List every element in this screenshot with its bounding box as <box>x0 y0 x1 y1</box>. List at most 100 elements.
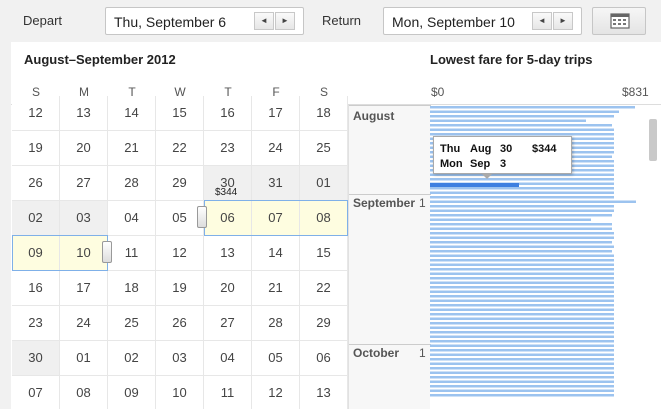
calendar-day-cell[interactable]: 04 <box>108 201 156 236</box>
calendar-day-cell[interactable]: 07 <box>12 376 60 409</box>
calendar-day-cell[interactable]: 06 <box>300 341 348 376</box>
calendar-day-cell[interactable]: 23 <box>204 131 252 166</box>
calendar-day-cell[interactable]: 28 <box>252 306 300 341</box>
fare-bar[interactable] <box>430 124 612 127</box>
return-drag-handle[interactable] <box>102 241 112 263</box>
fare-bar[interactable] <box>430 367 614 370</box>
chart-scrollbar-thumb[interactable] <box>649 119 657 161</box>
fare-bar[interactable] <box>430 128 614 132</box>
fare-bar[interactable] <box>430 335 614 339</box>
calendar-day-cell[interactable]: 26 <box>12 166 60 201</box>
fare-bar[interactable] <box>430 340 614 343</box>
calendar-day-cell[interactable]: 08 <box>300 201 348 236</box>
fare-bar[interactable] <box>430 389 614 393</box>
fare-bar[interactable] <box>430 358 614 361</box>
calendar-day-cell[interactable]: 30 <box>12 341 60 376</box>
fare-bar[interactable] <box>430 106 635 109</box>
calendar-day-cell[interactable]: 31 <box>252 166 300 201</box>
selected-fare-bar[interactable] <box>430 183 519 187</box>
calendar-day-cell[interactable]: 28 <box>108 166 156 201</box>
calendar-day-cell[interactable]: 22 <box>300 271 348 306</box>
calendar-day-cell[interactable]: 02 <box>108 341 156 376</box>
fare-bar[interactable] <box>430 214 612 217</box>
depart-next-button[interactable]: ► <box>275 12 295 30</box>
calendar-day-cell[interactable]: 10 <box>60 236 108 271</box>
fare-bar[interactable] <box>430 317 614 321</box>
calendar-day-cell[interactable]: 01 <box>300 166 348 201</box>
fare-bar[interactable] <box>430 268 614 271</box>
calendar-day-cell[interactable]: 12 <box>12 96 60 131</box>
calendar-day-cell[interactable]: 13 <box>60 96 108 131</box>
fare-bar[interactable] <box>430 232 614 235</box>
fare-bar[interactable] <box>430 191 614 195</box>
calendar-day-cell[interactable]: 25 <box>300 131 348 166</box>
calendar-day-cell[interactable]: 09 <box>108 376 156 409</box>
fare-bar[interactable] <box>430 295 614 298</box>
calendar-day-cell[interactable]: 13 <box>300 376 348 409</box>
calendar-toggle-button[interactable] <box>592 7 646 35</box>
fare-bar[interactable] <box>430 326 614 330</box>
calendar-day-cell[interactable]: 26 <box>156 306 204 341</box>
calendar-day-cell[interactable]: 20 <box>60 131 108 166</box>
return-next-button[interactable]: ► <box>553 12 573 30</box>
calendar-day-cell[interactable]: 05 <box>252 341 300 376</box>
fare-bar[interactable] <box>430 277 614 280</box>
fare-bar[interactable] <box>430 236 614 240</box>
fare-bar[interactable] <box>430 380 614 384</box>
calendar-day-cell[interactable]: 08 <box>60 376 108 409</box>
calendar-day-cell[interactable]: 07 <box>252 201 300 236</box>
calendar-day-cell[interactable]: 24 <box>60 306 108 341</box>
calendar-day-cell[interactable]: 12 <box>252 376 300 409</box>
calendar-day-cell[interactable]: 10 <box>156 376 204 409</box>
fare-bar[interactable] <box>430 331 614 334</box>
fare-bar[interactable] <box>430 313 614 316</box>
fare-bar[interactable] <box>430 290 614 294</box>
calendar-day-cell[interactable]: 15 <box>156 96 204 131</box>
return-date-field[interactable]: Mon, September 10 ◄ ► <box>383 7 582 35</box>
calendar-day-cell[interactable]: 27 <box>204 306 252 341</box>
fare-bar[interactable] <box>430 110 619 114</box>
fare-bar[interactable] <box>430 196 614 199</box>
calendar-day-cell[interactable]: 20 <box>204 271 252 306</box>
calendar-day-cell[interactable]: 18 <box>108 271 156 306</box>
calendar-day-cell[interactable]: 01 <box>60 341 108 376</box>
fare-bar[interactable] <box>430 362 614 366</box>
calendar-day-cell[interactable]: 09 <box>12 236 60 271</box>
fare-bar[interactable] <box>430 254 614 258</box>
return-prev-button[interactable]: ◄ <box>532 12 552 30</box>
fare-bar[interactable] <box>430 115 614 118</box>
fare-bar[interactable] <box>430 299 614 303</box>
fare-bar[interactable] <box>430 394 614 397</box>
calendar-day-cell[interactable]: 18 <box>300 96 348 131</box>
calendar-day-cell[interactable]: 13 <box>204 236 252 271</box>
calendar-day-cell[interactable]: 16 <box>12 271 60 306</box>
depart-date-field[interactable]: Thu, September 6 ◄ ► <box>105 7 304 35</box>
fare-bar[interactable] <box>430 209 614 213</box>
fare-bar[interactable] <box>430 227 612 231</box>
fare-bar[interactable] <box>430 250 612 253</box>
fare-bar[interactable] <box>430 119 586 123</box>
calendar-day-cell[interactable]: 21 <box>108 131 156 166</box>
fare-bar[interactable] <box>430 263 614 267</box>
fare-bar[interactable] <box>430 304 614 307</box>
fare-bar[interactable] <box>430 223 612 226</box>
calendar-day-cell[interactable]: 22 <box>156 131 204 166</box>
fare-bar[interactable] <box>430 218 591 222</box>
fare-bar[interactable] <box>430 245 614 249</box>
calendar-day-cell[interactable]: 19 <box>12 131 60 166</box>
fare-bar[interactable] <box>430 259 614 262</box>
calendar-day-cell[interactable]: 14 <box>108 96 156 131</box>
calendar-day-cell[interactable]: 04 <box>204 341 252 376</box>
calendar-day-cell[interactable]: 16 <box>204 96 252 131</box>
fare-bar[interactable] <box>430 272 614 276</box>
fare-bar[interactable] <box>430 178 614 181</box>
calendar-day-cell[interactable]: 17 <box>252 96 300 131</box>
calendar-day-cell[interactable]: 29 <box>156 166 204 201</box>
calendar-day-cell[interactable]: 23 <box>12 306 60 341</box>
fare-bar[interactable] <box>430 353 614 357</box>
calendar-day-cell[interactable]: 11 <box>204 376 252 409</box>
calendar-day-cell[interactable]: 02 <box>12 201 60 236</box>
calendar-day-cell[interactable]: 21 <box>252 271 300 306</box>
calendar-day-cell[interactable]: 03 <box>156 341 204 376</box>
calendar-day-cell[interactable]: 06 <box>204 201 252 236</box>
